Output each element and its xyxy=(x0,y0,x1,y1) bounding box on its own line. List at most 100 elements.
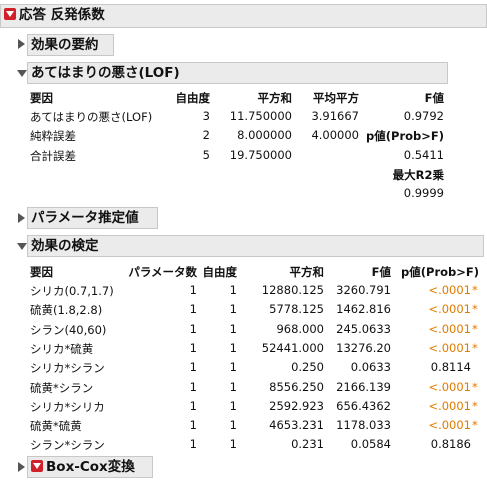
effect-f: 3260.791 xyxy=(336,283,391,297)
effect-df: 1 xyxy=(229,437,237,451)
effect-ss: 52441.000 xyxy=(261,341,324,355)
disclosure-closed-icon[interactable] xyxy=(18,462,25,472)
effect-pvalue: <.0001 xyxy=(428,302,471,316)
significance-star: * xyxy=(472,341,478,355)
effect-term: シリカ(0.7,1.7) xyxy=(30,284,114,298)
lof-header-df: 自由度 xyxy=(175,91,211,105)
summary-title: 効果の要約 xyxy=(31,37,99,53)
effect-ss: 0.250 xyxy=(291,360,324,374)
effects-header-p: p値(Prob>F) xyxy=(401,265,479,279)
report-title: 応答 反発係数 xyxy=(19,7,105,23)
red-triangle-menu-icon[interactable] xyxy=(31,460,43,472)
effect-term: 硫黄(1.8,2.8) xyxy=(30,303,103,317)
effect-nparm: 1 xyxy=(189,360,197,374)
max-rsquare-label: 最大R2乗 xyxy=(392,168,444,182)
effect-term: シリカ*シラン xyxy=(30,361,105,375)
lof-row-df: 2 xyxy=(202,128,210,142)
effects-header-nparm: パラメータ数 xyxy=(128,265,197,279)
lof-header-source: 要因 xyxy=(30,91,53,105)
significance-star: * xyxy=(472,302,478,316)
effect-nparm: 1 xyxy=(189,302,197,316)
significance-star: * xyxy=(472,283,478,297)
significance-star: * xyxy=(472,380,478,394)
effect-df: 1 xyxy=(229,418,237,432)
effect-nparm: 1 xyxy=(189,380,197,394)
effect-df: 1 xyxy=(229,322,237,336)
effect-f: 245.0633 xyxy=(336,322,391,336)
effect-nparm: 1 xyxy=(189,322,197,336)
effects-header-df: 自由度 xyxy=(202,265,238,279)
disclosure-closed-icon[interactable] xyxy=(18,213,25,223)
lof-row-source: あてはまりの悪さ(LOF) xyxy=(30,110,153,124)
lof-row-ms: 4.00000 xyxy=(311,128,359,142)
param-outline-header[interactable]: パラメータ推定値 xyxy=(27,207,158,229)
effect-term: 硫黄*シラン xyxy=(30,381,94,395)
effect-ss: 8556.250 xyxy=(269,380,324,394)
effect-f: 13276.20 xyxy=(336,341,391,355)
effect-ss: 2592.923 xyxy=(269,399,324,413)
effects-header-ss: 平方和 xyxy=(289,265,325,279)
lof-outline-header[interactable]: あてはまりの悪さ(LOF) xyxy=(27,62,448,84)
effect-nparm: 1 xyxy=(189,418,197,432)
significance-star: * xyxy=(472,399,478,413)
lof-pvalue-label: p値(Prob>F) xyxy=(366,129,444,143)
effect-pvalue: <.0001 xyxy=(428,283,471,297)
effect-f: 2166.139 xyxy=(336,380,391,394)
effect-term: シリカ*硫黄 xyxy=(30,342,94,356)
effect-pvalue: <.0001 xyxy=(428,399,471,413)
lof-row-ss: 11.750000 xyxy=(229,109,292,123)
effect-pvalue: <.0001 xyxy=(428,380,471,394)
lof-row-df: 5 xyxy=(202,148,210,162)
effect-f: 0.0633 xyxy=(350,360,391,374)
lof-title: あてはまりの悪さ(LOF) xyxy=(31,65,180,81)
report-header[interactable]: 応答 反発係数 xyxy=(0,4,487,28)
lof-header-ss: 平方和 xyxy=(257,91,293,105)
lof-header-ms: 平均平方 xyxy=(313,91,359,105)
lof-row-df: 3 xyxy=(202,109,210,123)
effect-term: シリカ*シリカ xyxy=(30,400,105,414)
lof-row-source: 合計誤差 xyxy=(30,149,76,163)
boxcox-outline-header[interactable]: Box-Cox変換 xyxy=(27,456,153,478)
red-triangle-menu-icon[interactable] xyxy=(4,8,16,20)
effect-df: 1 xyxy=(229,283,237,297)
lof-row-source: 純粋誤差 xyxy=(30,129,76,143)
param-title: パラメータ推定値 xyxy=(31,210,139,226)
effect-term: 硫黄*硫黄 xyxy=(30,419,82,433)
boxcox-title: Box-Cox変換 xyxy=(46,459,135,475)
effect-df: 1 xyxy=(229,341,237,355)
effects-header-source: 要因 xyxy=(30,265,53,279)
effect-term: シラン*シラン xyxy=(30,438,105,452)
disclosure-closed-icon[interactable] xyxy=(18,39,25,49)
summary-outline-header[interactable]: 効果の要約 xyxy=(27,34,114,56)
lof-row-f: 0.9792 xyxy=(403,109,444,123)
effect-f: 1178.033 xyxy=(336,418,391,432)
effect-term: シラン(40,60) xyxy=(30,323,107,337)
effect-pvalue: 0.8114 xyxy=(430,360,471,374)
effect-pvalue: <.0001 xyxy=(428,341,471,355)
effect-df: 1 xyxy=(229,380,237,394)
disclosure-open-icon[interactable] xyxy=(17,70,27,77)
effect-ss: 12880.125 xyxy=(261,283,324,297)
disclosure-open-icon[interactable] xyxy=(17,243,27,250)
effect-nparm: 1 xyxy=(189,341,197,355)
effect-df: 1 xyxy=(229,360,237,374)
effect-ss: 0.231 xyxy=(291,437,324,451)
effect-pvalue: <.0001 xyxy=(428,322,471,336)
effect-df: 1 xyxy=(229,302,237,316)
effects-header-f: F値 xyxy=(371,265,391,279)
max-rsquare-value: 0.9999 xyxy=(403,186,444,200)
lof-pvalue: 0.5411 xyxy=(403,148,444,162)
effect-pvalue: <.0001 xyxy=(428,418,471,432)
effect-f: 0.0584 xyxy=(350,437,391,451)
effect-nparm: 1 xyxy=(189,437,197,451)
effect-ss: 968.000 xyxy=(276,322,324,336)
lof-row-ss: 8.000000 xyxy=(237,128,292,142)
effect-nparm: 1 xyxy=(189,283,197,297)
effect-f: 656.4362 xyxy=(336,399,391,413)
lof-row-ss: 19.750000 xyxy=(229,148,292,162)
significance-star: * xyxy=(472,418,478,432)
effect-ss: 4653.231 xyxy=(269,418,324,432)
effects-title: 効果の検定 xyxy=(31,238,99,254)
effects-outline-header[interactable]: 効果の検定 xyxy=(27,235,484,257)
significance-star: * xyxy=(472,322,478,336)
